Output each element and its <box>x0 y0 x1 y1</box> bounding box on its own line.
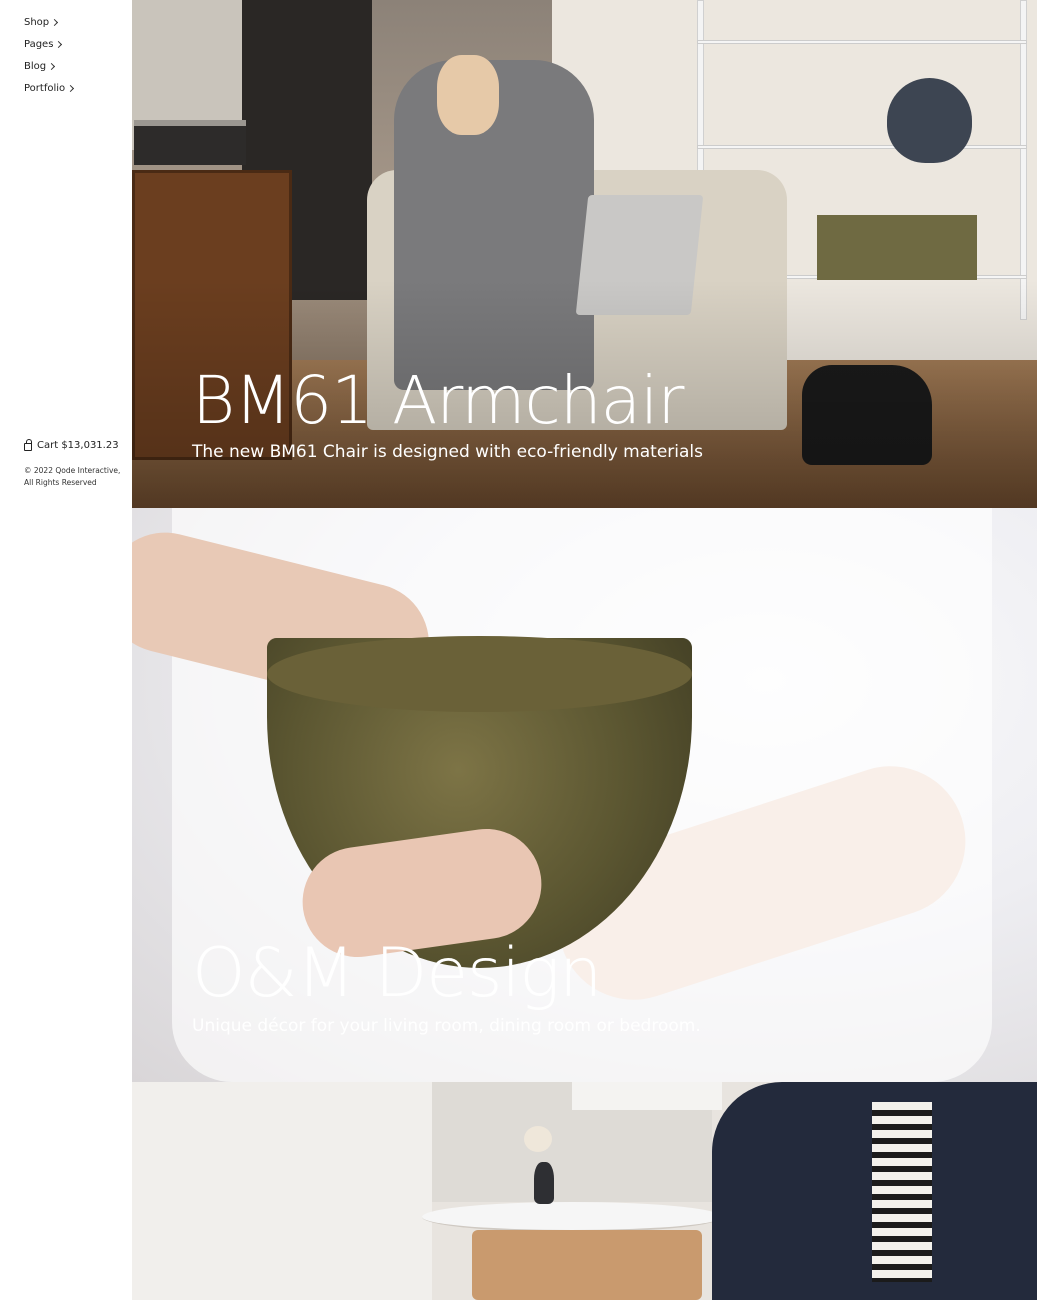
window <box>572 1082 722 1110</box>
slide-caption: BM61 Armchair The new BM61 Chair is desi… <box>192 368 703 463</box>
nav-item-pages[interactable]: Pages <box>24 33 73 55</box>
slide-title[interactable]: BM61 Armchair <box>192 368 703 434</box>
chevron-right-icon <box>51 18 59 27</box>
bud-vase <box>534 1162 554 1204</box>
copyright-text: © 2022 Qode Interactive, All Rights Rese… <box>24 466 121 487</box>
hero-slide-armchair[interactable]: BM61 Armchair The new BM61 Chair is desi… <box>132 0 1037 508</box>
cart-link[interactable]: Cart $13,031.23 <box>24 438 119 451</box>
nav-item-blog[interactable]: Blog <box>24 55 73 77</box>
hero-slide-design[interactable]: O&M Design Unique décor for your living … <box>132 508 1037 1082</box>
slide-subtitle: The new BM61 Chair is designed with eco-… <box>192 442 703 462</box>
shopping-bag-icon <box>24 438 32 451</box>
striped-shirt <box>872 1102 932 1282</box>
nav-item-shop[interactable]: Shop <box>24 11 73 33</box>
nav-item-portfolio[interactable]: Portfolio <box>24 77 75 99</box>
nav-item-label: Shop <box>24 16 50 28</box>
nav-item-label: Pages <box>24 38 54 50</box>
slide-caption: O&M Design Unique décor for your living … <box>192 940 701 1037</box>
chevron-right-icon <box>67 84 75 93</box>
nav-item-label: Portfolio <box>24 82 66 94</box>
main-nav: Shop Pages Blog Portfolio <box>24 11 75 99</box>
hero-slide-dining[interactable] <box>132 1082 1037 1300</box>
cart-label: Cart $13,031.23 <box>37 440 119 451</box>
sidebar: Shop Pages Blog Portfolio Cart $13,031.2… <box>0 0 132 1300</box>
nav-item-label: Blog <box>24 60 47 72</box>
round-table <box>422 1202 722 1232</box>
flower <box>524 1126 552 1152</box>
slide-subtitle: Unique décor for your living room, dinin… <box>192 1016 701 1036</box>
chevron-right-icon <box>48 62 56 71</box>
slide-title[interactable]: O&M Design <box>192 940 701 1008</box>
blurred-foreground <box>132 1082 432 1300</box>
wood-chair <box>472 1230 702 1300</box>
chevron-right-icon <box>55 40 63 49</box>
bowl-rim <box>267 636 692 712</box>
